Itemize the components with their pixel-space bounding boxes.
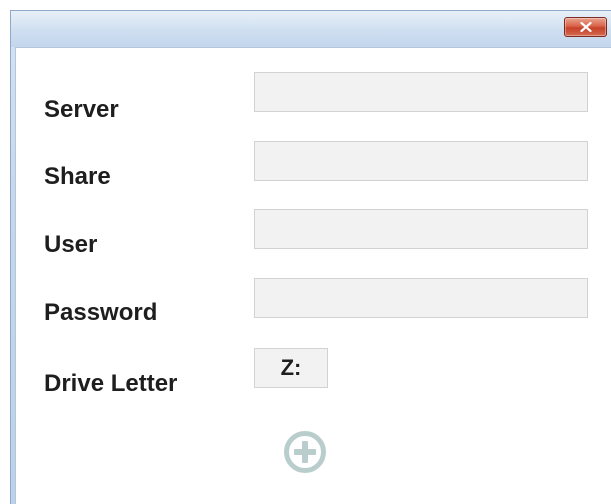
share-label: Share bbox=[44, 163, 111, 190]
user-input[interactable] bbox=[254, 209, 588, 249]
drive-letter-label: Drive Letter bbox=[44, 370, 178, 397]
close-icon bbox=[579, 22, 592, 32]
user-label: User bbox=[44, 231, 98, 258]
title-bar[interactable] bbox=[11, 11, 611, 47]
share-input[interactable] bbox=[254, 141, 588, 181]
password-label: Password bbox=[44, 299, 158, 326]
password-input[interactable] bbox=[254, 278, 588, 318]
server-label: Server bbox=[44, 96, 119, 123]
close-button[interactable] bbox=[564, 17, 607, 37]
dialog-content: Server Share User Password Drive Letter … bbox=[15, 47, 611, 504]
plus-circle-icon bbox=[284, 431, 326, 473]
map-drive-dialog: Server Share User Password Drive Letter … bbox=[10, 10, 611, 504]
drive-letter-value: Z: bbox=[280, 355, 302, 380]
drive-letter-select[interactable]: Z: bbox=[254, 348, 328, 388]
server-input[interactable] bbox=[254, 72, 588, 112]
add-button[interactable] bbox=[283, 430, 327, 474]
